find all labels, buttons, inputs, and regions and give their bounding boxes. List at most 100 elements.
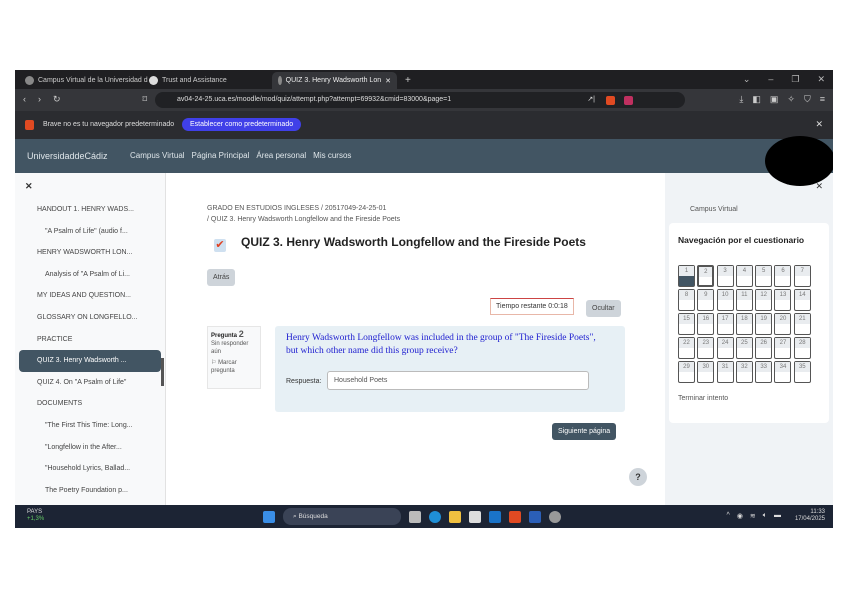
question-nav-button[interactable]: 20 [774,313,792,335]
forward-icon[interactable]: › [38,94,41,105]
course-index-item[interactable]: QUIZ 4. On "A Psalm of Life" [19,372,161,394]
course-index-item[interactable]: HENRY WADSWORTH LON... [19,242,161,264]
back-button[interactable]: Atrás [207,269,236,286]
course-index-item[interactable]: "Household Lyrics, Ballad... [19,458,161,480]
close-infobar-icon[interactable]: ✕ [815,119,823,130]
tray-chevron-icon[interactable]: ^ [727,512,730,520]
vpn-icon[interactable]: ⛉ [804,94,811,105]
course-index-item[interactable]: GLOSSARY ON LONGFELLO... [19,307,161,329]
clock[interactable]: 11:33 17/04/2025 [795,509,825,523]
question-nav-button[interactable]: 13 [774,289,792,311]
flag-question-link[interactable]: ⚐ Marcar pregunta [211,359,257,375]
question-nav-button[interactable]: 34 [774,361,792,383]
question-nav-button[interactable]: 18 [735,313,753,335]
reload-icon[interactable]: ↻ [53,94,61,105]
question-nav-button[interactable]: 16 [697,313,715,335]
course-index-item[interactable]: The Poetry Foundation p... [19,480,161,502]
battery-icon[interactable]: ▬ [774,512,781,520]
question-nav-button[interactable]: 3 [716,265,734,287]
menu-icon[interactable]: ≡ [820,94,825,105]
taskbar-search[interactable]: ⌕ Búsqueda [283,508,401,525]
question-nav-button[interactable]: 33 [755,361,773,383]
share-icon[interactable]: ↗| [587,92,595,108]
course-index-item[interactable]: MY IDEAS AND QUESTION... [19,285,161,307]
nav-mis-cursos[interactable]: Mis cursos [313,151,351,160]
course-index-item[interactable]: PRACTICE [19,329,161,351]
question-nav-button[interactable]: 17 [716,313,734,335]
store-icon[interactable] [469,510,481,523]
question-nav-button[interactable]: 7 [793,265,811,287]
question-nav-button[interactable]: 24 [716,337,734,359]
minimize-icon[interactable]: – [768,74,773,85]
question-nav-button[interactable]: 14 [793,289,811,311]
scrollbar[interactable] [161,358,164,386]
close-window-icon[interactable]: ✕ [817,74,825,85]
question-nav-button[interactable]: 2 [697,265,715,287]
course-index-item[interactable]: QUIZ 3. Henry Wadsworth ... [19,350,161,372]
settings-icon[interactable] [549,510,561,523]
question-nav-button[interactable]: 31 [716,361,734,383]
file-explorer-icon[interactable] [449,510,461,523]
question-nav-button[interactable]: 10 [716,289,734,311]
wifi-icon[interactable]: ≋ [750,512,756,520]
question-nav-button[interactable]: 27 [774,337,792,359]
breadcrumb-quiz[interactable]: / QUIZ 3. Henry Wadsworth Longfellow and… [207,214,400,225]
brave-shields-icon[interactable] [606,96,615,105]
tab-quiz[interactable]: QUIZ 3. Henry Wadsworth Lon ✕ [272,72,397,89]
outlook-icon[interactable] [489,510,501,523]
windows-start-icon[interactable] [263,510,275,523]
course-index-item[interactable]: DOCUMENTS [19,393,161,415]
question-nav-button[interactable]: 26 [755,337,773,359]
wallet-icon[interactable]: ▣ [770,94,779,105]
edge-icon[interactable] [429,510,441,523]
breadcrumb-course[interactable]: GRADO EN ESTUDIOS INGLESES / 20517049-24… [207,203,400,214]
finish-attempt-link[interactable]: Terminar intento [678,395,728,402]
course-index-item[interactable]: HANDOUT 1. HENRY WADS... [19,199,161,221]
question-nav-button[interactable]: 21 [793,313,811,335]
question-nav-button[interactable]: 1 [678,265,695,287]
question-nav-button[interactable]: 32 [735,361,753,383]
question-nav-button[interactable]: 5 [755,265,773,287]
question-nav-button[interactable]: 22 [678,337,695,359]
answer-input[interactable]: Household Poets [327,371,589,390]
tab-search-icon[interactable]: ⌄ [743,74,751,85]
question-nav-button[interactable]: 6 [774,265,792,287]
nav-area-personal[interactable]: Área personal [256,151,306,160]
question-nav-button[interactable]: 30 [697,361,715,383]
nav-pagina-principal[interactable]: Página Principal [192,151,250,160]
brave-taskbar-icon[interactable] [509,510,521,523]
question-nav-button[interactable]: 12 [755,289,773,311]
extensions-icon[interactable]: ✧ [787,94,795,105]
task-view-icon[interactable] [409,510,421,523]
sidebar-icon[interactable]: ◧ [752,94,761,105]
word-icon[interactable] [529,510,541,523]
course-index-item[interactable]: "A Psalm of Life" (audio f... [19,221,161,243]
network-icon[interactable]: ◉ [737,512,743,520]
brand-logo[interactable]: UniversidaddeCádiz [27,151,108,161]
weather-widget[interactable]: PAYS +1,3% [27,509,44,523]
bookmark-icon[interactable]: ⌑ [143,94,148,105]
volume-icon[interactable]: 🔈︎ [763,512,767,520]
question-nav-button[interactable]: 35 [793,361,811,383]
question-nav-button[interactable]: 8 [678,289,695,311]
course-index-item[interactable]: "Longfellow in the After... [19,437,161,459]
question-nav-button[interactable]: 25 [735,337,753,359]
question-nav-button[interactable]: 19 [755,313,773,335]
tab-campus[interactable]: Campus Virtual de la Universidad d [19,72,154,89]
download-icon[interactable]: ⤓ [739,94,743,105]
course-index-item[interactable]: "The First This Time: Long... [19,415,161,437]
nav-campus-virtual[interactable]: Campus Virtual [130,151,185,160]
set-default-button[interactable]: Establecer como predeterminado [182,118,302,131]
url-input[interactable]: av04-24-25.uca.es/moodle/mod/quiz/attemp… [155,92,685,108]
question-nav-button[interactable]: 28 [793,337,811,359]
question-nav-button[interactable]: 11 [735,289,753,311]
close-drawer-icon[interactable]: ✕ [25,181,33,192]
close-tab-icon[interactable]: ✕ [385,77,391,85]
back-icon[interactable]: ‹ [23,94,26,105]
help-button[interactable]: ? [629,468,647,486]
question-nav-button[interactable]: 29 [678,361,695,383]
maximize-icon[interactable]: ❐ [791,74,799,85]
new-tab-button[interactable]: + [399,72,417,89]
next-page-button[interactable]: Siguiente página [552,423,617,440]
question-nav-button[interactable]: 4 [735,265,753,287]
